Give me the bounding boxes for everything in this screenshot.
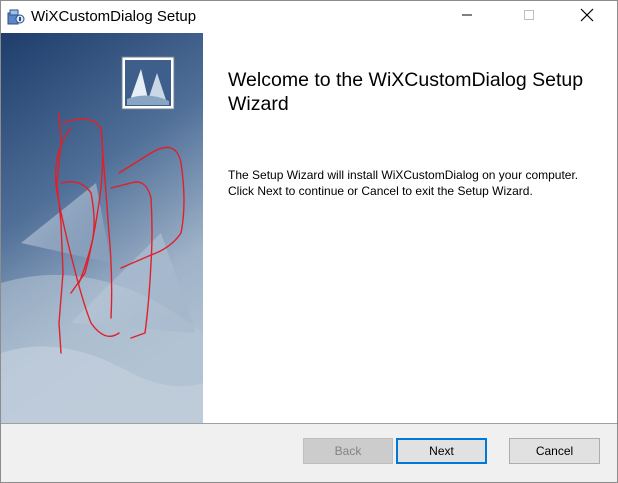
next-button[interactable]: Next (396, 438, 487, 464)
close-button[interactable] (564, 1, 610, 33)
welcome-description: The Setup Wizard will install WiXCustomD… (228, 168, 579, 198)
maximize-button[interactable] (506, 1, 552, 33)
window-title: WiXCustomDialog Setup (31, 8, 197, 25)
maximize-icon (523, 8, 535, 26)
minimize-button[interactable] (444, 1, 490, 33)
page-title: Welcome to the WiXCustomDialog Setup Wiz… (228, 69, 584, 115)
installer-package-icon (7, 8, 25, 26)
wizard-banner-image (1, 33, 203, 423)
cancel-button[interactable]: Cancel (509, 438, 600, 464)
setup-window: WiXCustomDialog Setup Welcome to the WiX… (0, 0, 618, 483)
title-bar[interactable]: WiXCustomDialog Setup (1, 1, 617, 33)
back-button[interactable]: Back (303, 438, 393, 464)
close-icon (580, 8, 594, 27)
minimize-icon (461, 8, 473, 26)
wix-logo-icon (121, 56, 175, 110)
